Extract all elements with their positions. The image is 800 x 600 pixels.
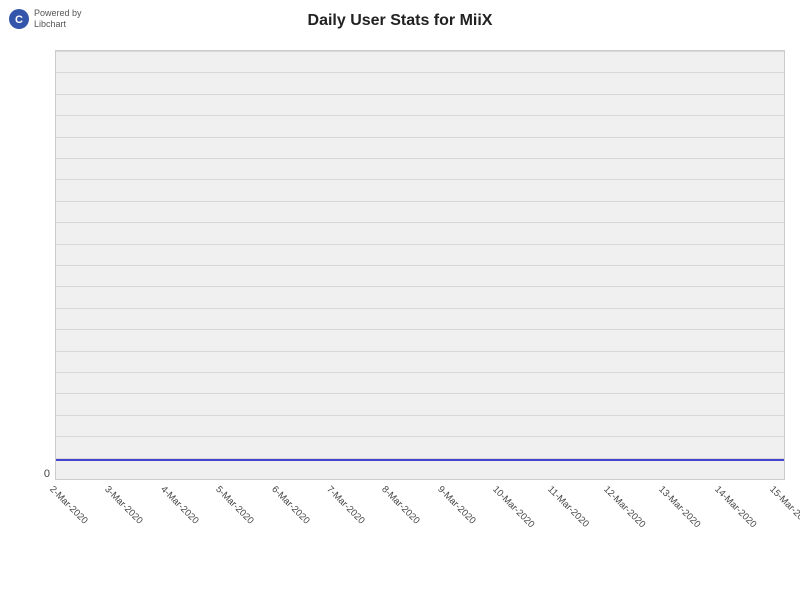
x-axis-label: 7-Mar-2020	[324, 484, 339, 499]
grid-line	[56, 415, 784, 416]
grid-line	[56, 329, 784, 330]
chart-title: Daily User Stats for MiiX	[0, 12, 800, 30]
y-axis-min-label: 0	[30, 468, 50, 480]
x-axis-label: 11-Mar-2020	[546, 484, 561, 499]
grid-line	[56, 308, 784, 309]
grid-line	[56, 115, 784, 116]
x-axis-label: 12-Mar-2020	[601, 484, 616, 499]
x-axis-label: 4-Mar-2020	[158, 484, 173, 499]
grid-line	[56, 201, 784, 202]
x-axis-label: 6-Mar-2020	[269, 484, 284, 499]
grid-line	[56, 94, 784, 95]
x-axis-label: 8-Mar-2020	[379, 484, 394, 499]
grid-line	[56, 244, 784, 245]
grid-line	[56, 393, 784, 394]
x-axis-label: 10-Mar-2020	[490, 484, 505, 499]
grid-line	[56, 51, 784, 52]
x-axis-label: 5-Mar-2020	[213, 484, 228, 499]
grid-line	[56, 179, 784, 180]
chart-plot-area	[55, 50, 785, 480]
x-axis-label: 14-Mar-2020	[712, 484, 727, 499]
grid-line	[56, 436, 784, 437]
grid-line	[56, 222, 784, 223]
grid-line	[56, 72, 784, 73]
grid-line	[56, 137, 784, 138]
grid-line	[56, 351, 784, 352]
x-axis-label: 13-Mar-2020	[656, 484, 671, 499]
x-axis-label: 3-Mar-2020	[103, 484, 118, 499]
chart-container: C Powered by Libchart Daily User Stats f…	[0, 0, 800, 600]
x-axis: 2-Mar-20203-Mar-20204-Mar-20205-Mar-2020…	[55, 480, 785, 590]
grid-line	[56, 158, 784, 159]
grid-lines	[56, 51, 784, 479]
x-axis-label: 15-Mar-2020	[767, 484, 782, 499]
x-axis-label: 9-Mar-2020	[435, 484, 450, 499]
grid-line	[56, 286, 784, 287]
grid-line	[56, 265, 784, 266]
grid-line	[56, 372, 784, 373]
y-axis: 0	[30, 50, 50, 480]
data-line	[56, 459, 784, 461]
x-axis-label: 2-Mar-2020	[47, 484, 62, 499]
